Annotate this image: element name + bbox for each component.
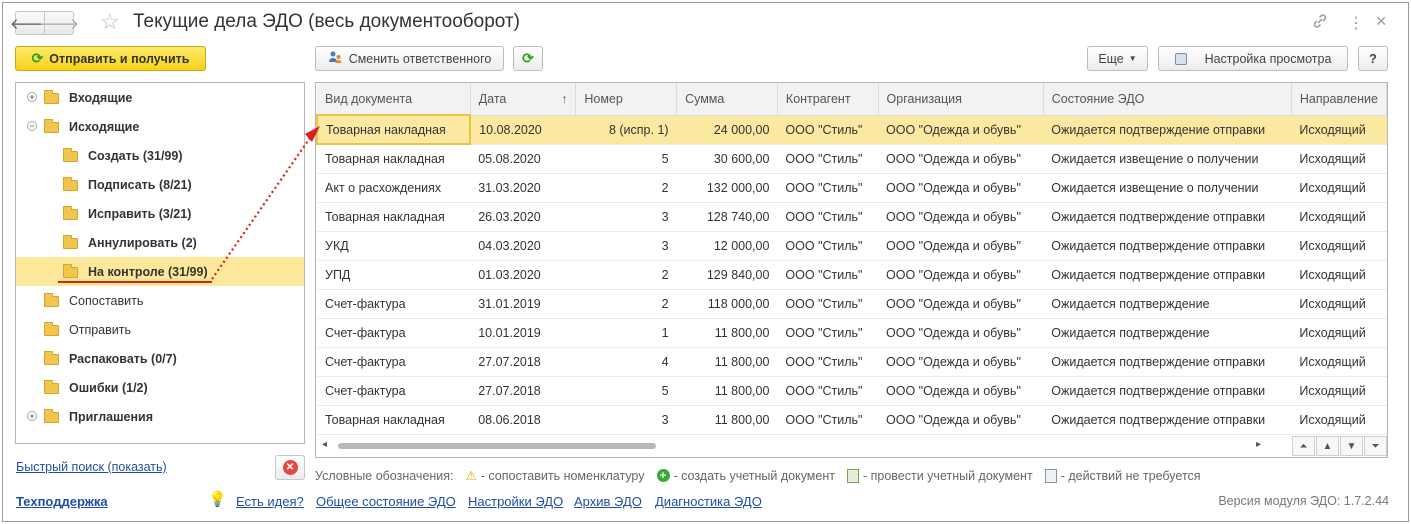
legend-text: - действий не требуется xyxy=(1060,468,1201,483)
post-document-icon xyxy=(846,468,859,483)
module-version: Версия модуля ЭДО: 1.7.2.44 xyxy=(1218,494,1389,508)
no-action-icon xyxy=(1044,468,1057,483)
clear-search-button[interactable]: ✕ xyxy=(275,455,305,480)
quick-search-link[interactable]: Быстрый поиск (показать) xyxy=(16,460,167,474)
legend-text: - провести учетный документ xyxy=(862,468,1033,483)
edo-settings-link[interactable]: Настройки ЭДО xyxy=(468,494,563,509)
edo-diagnostics-link[interactable]: Диагностика ЭДО xyxy=(655,494,762,509)
warning-icon: ⚠ xyxy=(465,469,477,483)
legend-label: Условные обозначения: xyxy=(315,468,454,483)
legend-text: - создать учетный документ xyxy=(673,468,835,483)
edo-archive-link[interactable]: Архив ЭДО xyxy=(574,494,642,509)
legend: Условные обозначения: ⚠ - сопоставить но… xyxy=(315,468,1201,483)
support-link[interactable]: Техподдержка xyxy=(16,494,108,509)
idea-link[interactable]: Есть идея? xyxy=(236,494,304,509)
lightbulb-icon: 💡 xyxy=(208,491,227,508)
clear-icon: ✕ xyxy=(282,460,298,475)
legend-text: - сопоставить номенклатуру xyxy=(480,468,645,483)
plus-circle-icon: + xyxy=(656,469,670,482)
annotation-arrow xyxy=(58,126,320,283)
edo-status-link[interactable]: Общее состояние ЭДО xyxy=(316,494,456,509)
